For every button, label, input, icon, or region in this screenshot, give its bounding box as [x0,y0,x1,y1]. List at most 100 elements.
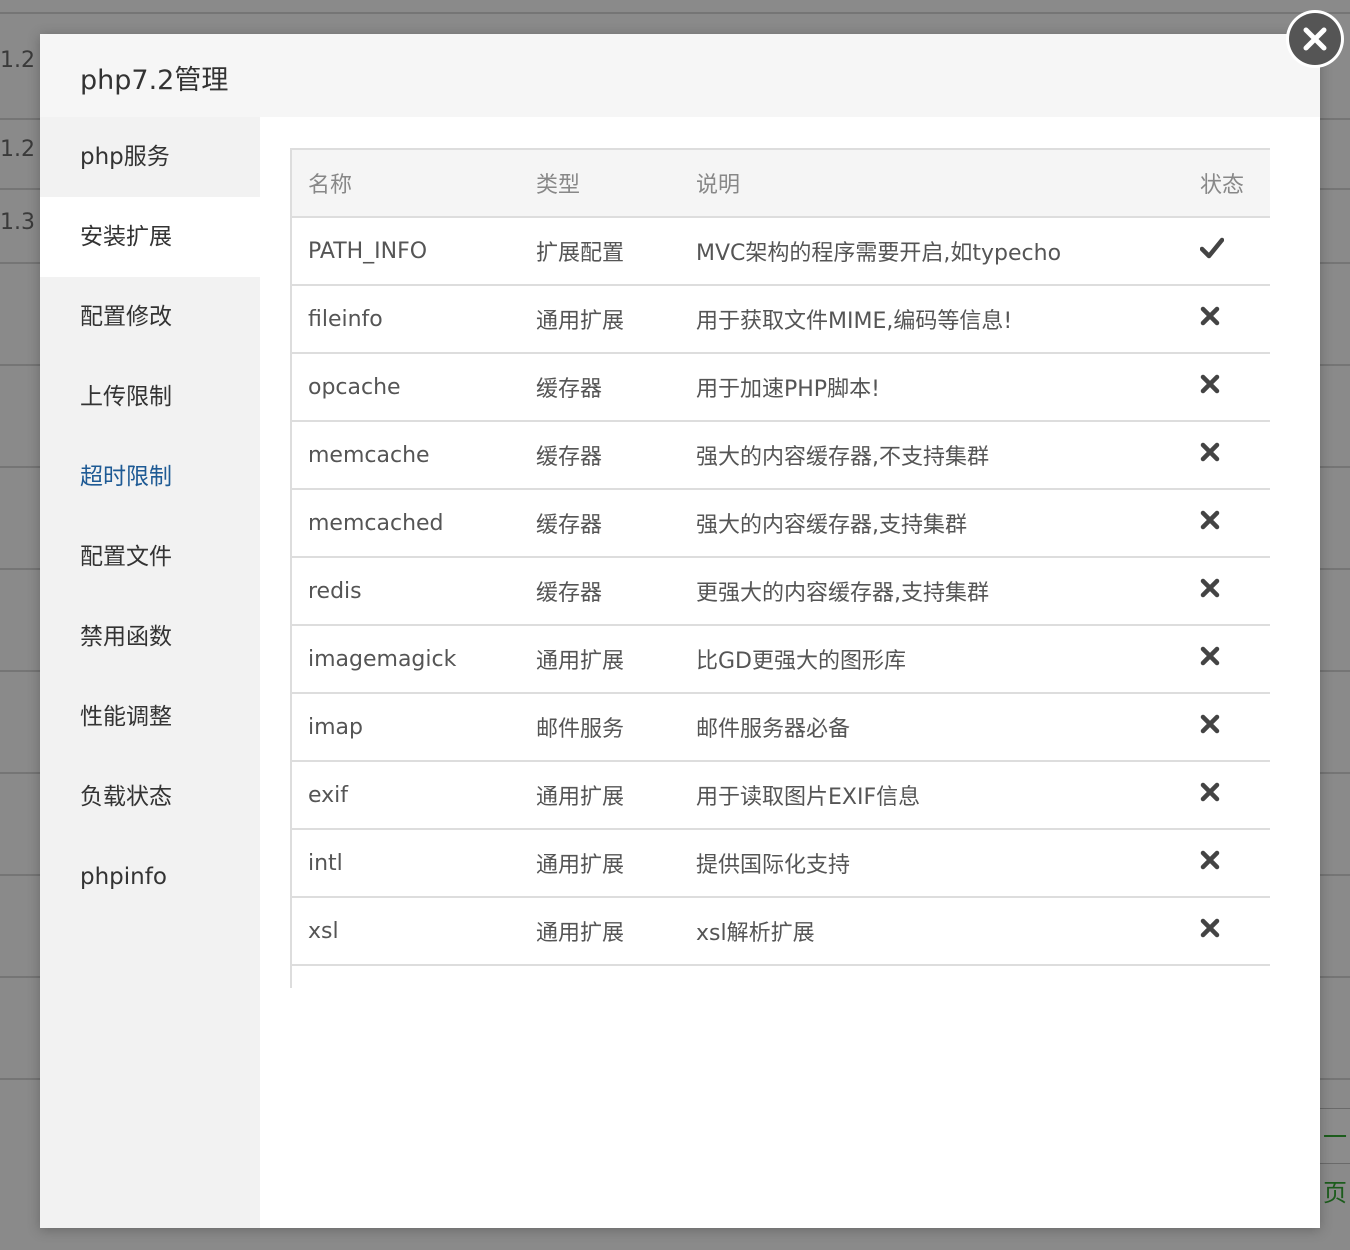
ext-name: redis [291,557,520,626]
ext-type: 通用扩展 [520,285,680,354]
cross-icon [1200,442,1220,468]
table-row: opcache缓存器用于加速PHP脚本!安装 [291,353,1270,422]
modal-sidebar: php服务 安装扩展 配置修改 上传限制 超时限制 配置文件 禁用函数 性能调整… [40,117,260,1228]
check-icon [1199,237,1225,265]
sidebar-item-config-edit[interactable]: 配置修改 [40,277,260,357]
ext-name: xsl [291,897,520,966]
ext-name: memcache [291,421,520,490]
sidebar-item-phpinfo[interactable]: phpinfo [40,837,260,917]
ext-type [520,965,680,988]
ext-name: PATH_INFO [291,217,520,286]
modal-close-button[interactable] [1286,10,1344,68]
ext-type: 通用扩展 [520,625,680,694]
ext-type: 缓存器 [520,557,680,626]
ext-name: memcached [291,489,520,558]
sidebar-item-install-extension[interactable]: 安装扩展 [40,197,260,277]
ext-desc: 强大的内容缓存器,不支持集群 [680,421,1184,490]
ext-status [1184,217,1270,286]
ext-status [1184,897,1270,966]
ext-type: 缓存器 [520,353,680,422]
header-name: 名称 [291,149,520,218]
ext-status [1184,353,1270,422]
ext-type: 缓存器 [520,421,680,490]
ext-status [1184,693,1270,762]
ext-status [1184,761,1270,830]
ext-type: 通用扩展 [520,897,680,966]
modal-header: php7.2管理 [40,34,1320,117]
ext-desc: 用于获取文件MIME,编码等信息! [680,285,1184,354]
bg-divider [0,12,1350,14]
ext-desc: 提供国际化支持 [680,829,1184,898]
ext-type: 通用扩展 [520,829,680,898]
ext-desc [680,965,1184,988]
extension-table-container[interactable]: 名称 类型 说明 状态 操作 PATH_INFO扩展配置MVC架构的程序需要开启… [290,148,1270,988]
cross-icon [1200,374,1220,400]
bg-version: 1.3 [0,210,35,235]
extension-table: 名称 类型 说明 状态 操作 PATH_INFO扩展配置MVC架构的程序需要开启… [290,148,1270,988]
ext-desc: 更强大的内容缓存器,支持集群 [680,557,1184,626]
ext-name: imap [291,693,520,762]
sidebar-item-timeout-limit[interactable]: 超时限制 [40,437,260,517]
ext-desc: 用于加速PHP脚本! [680,353,1184,422]
table-row: intl通用扩展提供国际化支持安装 [291,829,1270,898]
ext-type: 通用扩展 [520,761,680,830]
cross-icon [1200,510,1220,536]
sidebar-item-config-file[interactable]: 配置文件 [40,517,260,597]
close-icon [1289,13,1341,65]
cross-icon [1200,306,1220,332]
ext-type: 邮件服务 [520,693,680,762]
ext-desc: MVC架构的程序需要开启,如typecho [680,217,1184,286]
sidebar-item-load-status[interactable]: 负载状态 [40,757,260,837]
cross-icon [1200,782,1220,808]
bg-version: 1.2 [0,48,35,73]
table-row: imap邮件服务邮件服务器必备安装 [291,693,1270,762]
ext-status [1184,285,1270,354]
php-manage-modal: php7.2管理 php服务 安装扩展 配置修改 上传限制 超时限制 配置文件 … [40,34,1320,1228]
ext-name: exif [291,761,520,830]
cross-icon [1200,850,1220,876]
table-row: memcache缓存器强大的内容缓存器,不支持集群安装 [291,421,1270,490]
ext-name: imagemagick [291,625,520,694]
table-row: PATH_INFO扩展配置MVC架构的程序需要开启,如typecho关闭 [291,217,1270,286]
ext-desc: 比GD更强大的图形库 [680,625,1184,694]
header-status: 状态 [1184,149,1270,218]
table-row: imagemagick通用扩展比GD更强大的图形库安装 [291,625,1270,694]
ext-status [1184,625,1270,694]
table-header-row: 名称 类型 说明 状态 操作 [291,149,1270,218]
sidebar-item-upload-limit[interactable]: 上传限制 [40,357,260,437]
cross-icon [1200,918,1220,944]
cross-icon [1200,714,1220,740]
table-row: exif通用扩展用于读取图片EXIF信息安装 [291,761,1270,830]
ext-name: intl [291,829,520,898]
ext-desc: 用于读取图片EXIF信息 [680,761,1184,830]
table-row: redis缓存器更强大的内容缓存器,支持集群安装 [291,557,1270,626]
table-row: memcached缓存器强大的内容缓存器,支持集群安装 [291,489,1270,558]
ext-desc: 邮件服务器必备 [680,693,1184,762]
ext-desc: 强大的内容缓存器,支持集群 [680,489,1184,558]
sidebar-item-performance[interactable]: 性能调整 [40,677,260,757]
sidebar-item-disabled-functions[interactable]: 禁用函数 [40,597,260,677]
header-desc: 说明 [680,149,1184,218]
ext-type: 缓存器 [520,489,680,558]
ext-status [1184,489,1270,558]
sidebar-item-php-service[interactable]: php服务 [40,117,260,197]
ext-name [291,965,520,988]
ext-name: opcache [291,353,520,422]
table-row-partial [291,965,1270,988]
ext-status [1184,965,1270,988]
ext-name: fileinfo [291,285,520,354]
table-row: xsl通用扩展xsl解析扩展安装 [291,897,1270,966]
cross-icon [1200,578,1220,604]
ext-status [1184,557,1270,626]
bg-next-page-button: 一页 [1318,1108,1350,1207]
ext-status [1184,829,1270,898]
cross-icon [1200,646,1220,672]
extension-table-body: PATH_INFO扩展配置MVC架构的程序需要开启,如typecho关闭file… [291,217,1270,988]
ext-desc: xsl解析扩展 [680,897,1184,966]
header-type: 类型 [520,149,680,218]
bg-version: 1.2 [0,137,35,162]
ext-status [1184,421,1270,490]
modal-title: php7.2管理 [80,65,229,96]
ext-type: 扩展配置 [520,217,680,286]
table-row: fileinfo通用扩展用于获取文件MIME,编码等信息!安装 [291,285,1270,354]
